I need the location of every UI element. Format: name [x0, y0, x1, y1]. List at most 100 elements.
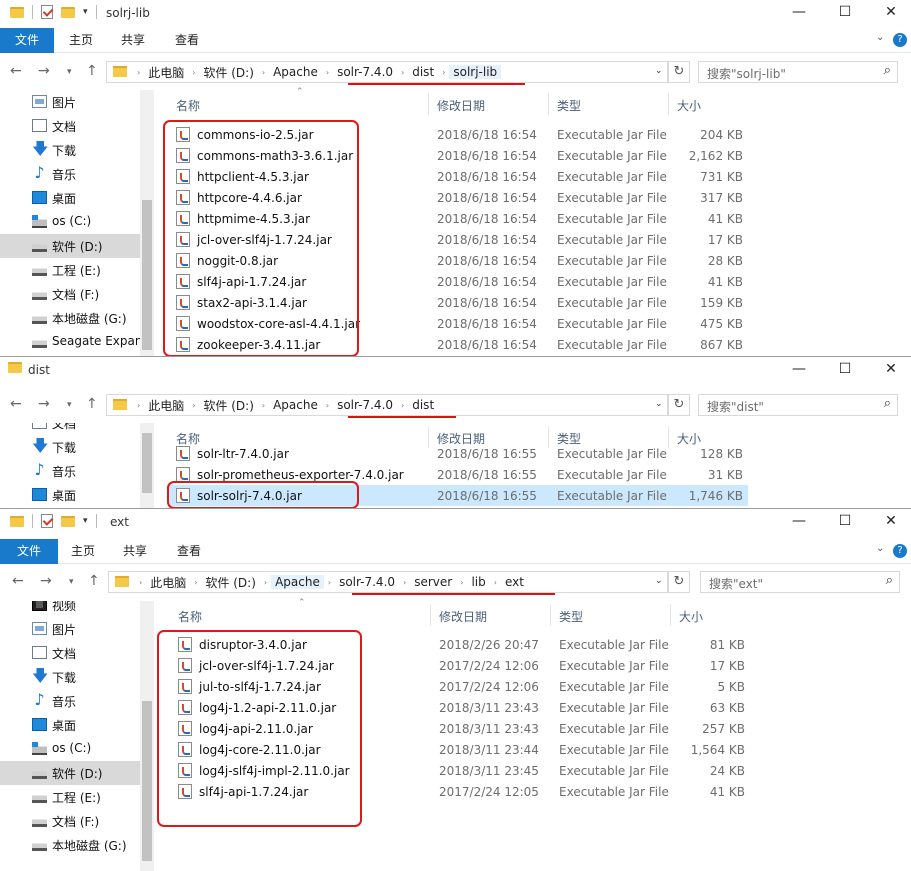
address-dropdown-icon[interactable]: ⌄ — [655, 66, 663, 76]
column-date[interactable]: 修改日期 — [437, 430, 485, 447]
forward-button[interactable]: → — [38, 396, 50, 412]
address-bar[interactable]: › 此电脑 › 软件 (D:) › Apache › solr-7.4.0 › … — [108, 571, 668, 593]
nav-item[interactable]: 桌面 — [0, 713, 140, 737]
tab-home[interactable]: 主页 — [58, 28, 104, 53]
nav-item[interactable]: 文档 — [0, 114, 140, 138]
help-icon[interactable]: ? — [893, 33, 907, 47]
column-divider[interactable] — [548, 93, 549, 115]
breadcrumb-item[interactable]: server — [410, 575, 456, 589]
tab-share[interactable]: 共享 — [110, 28, 156, 53]
customize-dropdown-icon[interactable]: ▾ — [83, 516, 88, 526]
column-divider[interactable] — [428, 426, 429, 448]
chevron-right-icon[interactable]: › — [133, 68, 144, 77]
column-divider[interactable] — [668, 93, 669, 115]
chevron-right-icon[interactable]: › — [190, 578, 201, 587]
address-bar[interactable]: › 此电脑 › 软件 (D:) › Apache › solr-7.4.0 › … — [106, 61, 668, 83]
nav-item[interactable]: 图片 — [0, 617, 140, 641]
refresh-button[interactable]: ↻ — [668, 394, 690, 416]
chevron-right-icon[interactable]: › — [188, 68, 199, 77]
tab-home[interactable]: 主页 — [60, 539, 106, 564]
column-date[interactable]: 修改日期 — [439, 608, 487, 625]
breadcrumb-item[interactable]: 此电脑 — [144, 397, 188, 414]
column-name[interactable]: 名称 — [176, 97, 200, 114]
minimize-button[interactable]: — — [776, 361, 822, 377]
close-button[interactable]: ✕ — [868, 361, 911, 377]
customize-dropdown-icon[interactable]: ▾ — [83, 7, 88, 17]
breadcrumb-item[interactable]: lib — [467, 575, 489, 589]
help-icon[interactable]: ? — [893, 544, 907, 558]
back-button[interactable]: ← — [12, 573, 24, 589]
column-type[interactable]: 类型 — [559, 608, 583, 625]
chevron-right-icon[interactable]: › — [490, 578, 501, 587]
tab-share[interactable]: 共享 — [112, 539, 158, 564]
close-button[interactable]: ✕ — [868, 4, 911, 20]
new-folder-icon[interactable] — [61, 6, 75, 18]
nav-item[interactable]: 桌面 — [0, 186, 140, 210]
breadcrumb-item-current[interactable]: dist — [408, 398, 438, 412]
minimize-button[interactable]: — — [776, 513, 822, 529]
nav-item[interactable]: os (C:) — [0, 737, 140, 761]
chevron-right-icon[interactable]: › — [135, 578, 146, 587]
properties-icon[interactable] — [41, 5, 53, 19]
chevron-right-icon[interactable]: › — [260, 578, 271, 587]
nav-item[interactable]: 🡇 下载 — [0, 665, 140, 689]
nav-scrollbar[interactable] — [140, 423, 154, 508]
chevron-right-icon[interactable]: › — [258, 401, 269, 410]
nav-item[interactable]: 本地磁盘 (G:) — [0, 833, 140, 857]
up-button[interactable]: ↑ — [86, 396, 98, 412]
search-input[interactable]: 搜索"dist" — [707, 398, 764, 415]
nav-item[interactable]: 工程 (E:) — [0, 785, 140, 809]
close-button[interactable]: ✕ — [868, 513, 911, 529]
nav-scrollbar[interactable] — [140, 601, 154, 871]
nav-item[interactable]: 图片 — [0, 90, 140, 114]
nav-item[interactable]: ♪ 音乐 — [0, 162, 140, 186]
column-size[interactable]: 大小 — [677, 430, 701, 447]
new-folder-icon[interactable] — [61, 515, 75, 527]
back-button[interactable]: ← — [10, 63, 22, 79]
chevron-right-icon[interactable]: › — [258, 68, 269, 77]
nav-item[interactable]: 文档 (F:) — [0, 809, 140, 833]
breadcrumb-item[interactable]: Apache — [269, 398, 322, 412]
recent-locations-icon[interactable]: ▾ — [69, 577, 74, 587]
chevron-right-icon[interactable]: › — [322, 401, 333, 410]
chevron-right-icon[interactable]: › — [324, 578, 335, 587]
nav-item[interactable]: 视频 — [0, 601, 140, 617]
breadcrumb-item[interactable]: solr-7.4.0 — [333, 65, 397, 79]
refresh-button[interactable]: ↻ — [668, 571, 690, 593]
nav-item[interactable]: 文档 — [0, 641, 140, 665]
up-button[interactable]: ↑ — [86, 63, 98, 79]
file-row[interactable]: solr-ltr-7.4.0.jar 2018/6/18 16:55 Executa… — [168, 445, 748, 464]
maximize-button[interactable]: ☐ — [822, 513, 868, 529]
address-dropdown-icon[interactable]: ⌄ — [655, 576, 663, 586]
chevron-right-icon[interactable]: › — [397, 68, 408, 77]
breadcrumb-item-current[interactable]: solrj-lib — [449, 65, 502, 79]
up-button[interactable]: ↑ — [88, 573, 100, 589]
search-input[interactable]: 搜索"solrj-lib" — [707, 65, 786, 82]
tab-view[interactable]: 查看 — [166, 539, 212, 564]
chevron-right-icon[interactable]: › — [322, 68, 333, 77]
search-box[interactable]: 搜索"ext" ⌕ — [700, 571, 900, 593]
column-size[interactable]: 大小 — [679, 608, 703, 625]
chevron-right-icon[interactable]: › — [188, 401, 199, 410]
chevron-right-icon[interactable]: › — [438, 68, 449, 77]
forward-button[interactable]: → — [38, 63, 50, 79]
breadcrumb-item[interactable]: 软件 (D:) — [199, 397, 257, 414]
nav-scrollbar-thumb[interactable] — [142, 200, 152, 350]
column-divider[interactable] — [550, 604, 551, 626]
breadcrumb-item[interactable]: solr-7.4.0 — [335, 575, 399, 589]
ribbon-expand-icon[interactable]: ⌄ — [876, 543, 884, 554]
breadcrumb-item[interactable]: Apache — [271, 575, 324, 589]
breadcrumb-item[interactable]: 此电脑 — [146, 574, 190, 591]
maximize-button[interactable]: ☐ — [822, 361, 868, 377]
tab-file[interactable]: 文件 — [0, 28, 54, 53]
column-divider[interactable] — [670, 604, 671, 626]
nav-item[interactable]: 文档 — [0, 423, 140, 435]
chevron-right-icon[interactable]: › — [456, 578, 467, 587]
nav-item[interactable]: 工程 (E:) — [0, 258, 140, 282]
nav-item[interactable]: 🡇 下载 — [0, 138, 140, 162]
forward-button[interactable]: → — [40, 573, 52, 589]
breadcrumb-item[interactable]: 软件 (D:) — [199, 64, 257, 81]
address-dropdown-icon[interactable]: ⌄ — [655, 399, 663, 409]
chevron-right-icon[interactable]: › — [399, 578, 410, 587]
breadcrumb-item[interactable]: dist — [408, 65, 438, 79]
